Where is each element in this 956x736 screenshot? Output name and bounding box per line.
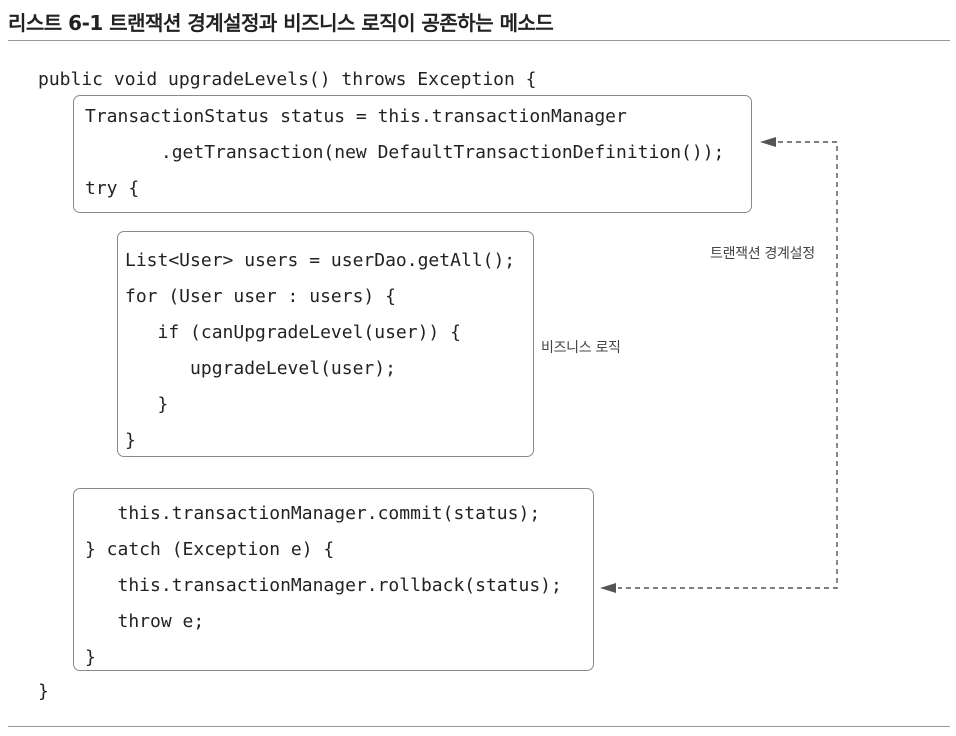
bottom-rule: [8, 726, 950, 727]
transaction-boundary-label: 트랜잭션 경계설정: [710, 246, 815, 262]
arrowhead-top: [760, 137, 776, 147]
business-logic-label: 비즈니스 로직: [541, 340, 621, 356]
arrowhead-bottom: [600, 583, 616, 593]
dashed-connector-line: [618, 141, 838, 589]
transaction-boundary-connector: [600, 137, 838, 593]
